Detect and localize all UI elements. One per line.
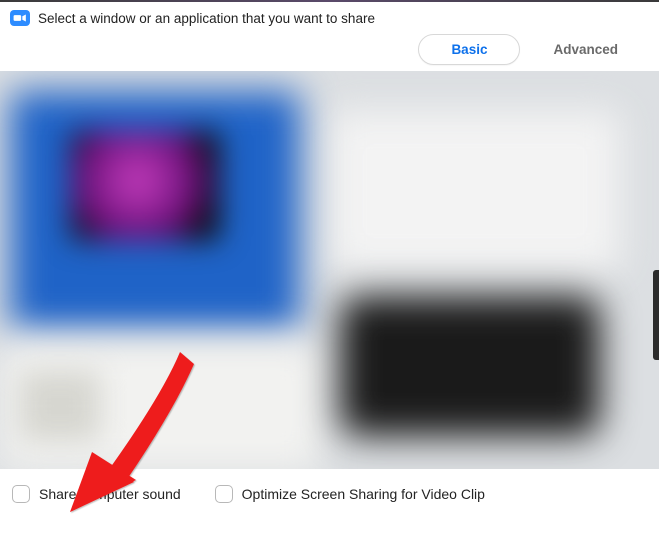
checkbox-box [12,485,30,503]
dialog-title: Select a window or an application that y… [38,11,375,26]
share-sound-label: Share computer sound [39,486,181,502]
tab-advanced-label: Advanced [553,42,618,57]
tab-advanced[interactable]: Advanced [520,34,651,65]
window-thumbnail[interactable] [330,111,620,271]
share-preview-grid[interactable] [0,71,659,469]
zoom-app-icon [10,10,30,26]
tab-basic-label: Basic [451,42,487,57]
window-thumbnail-content [70,131,220,241]
tabs-container: Basic Advanced [0,32,659,65]
optimize-video-label: Optimize Screen Sharing for Video Clip [242,486,485,502]
tab-basic[interactable]: Basic [418,34,520,65]
dialog-header: Select a window or an application that y… [0,2,659,32]
scrollbar-thumb[interactable] [653,270,659,360]
checkbox-box [215,485,233,503]
window-thumbnail[interactable] [340,296,600,436]
optimize-video-clip-checkbox[interactable]: Optimize Screen Sharing for Video Clip [215,485,485,503]
share-computer-sound-checkbox[interactable]: Share computer sound [12,485,181,503]
window-thumbnail-content [20,371,100,441]
dialog-footer: Share computer sound Optimize Screen Sha… [0,469,659,513]
